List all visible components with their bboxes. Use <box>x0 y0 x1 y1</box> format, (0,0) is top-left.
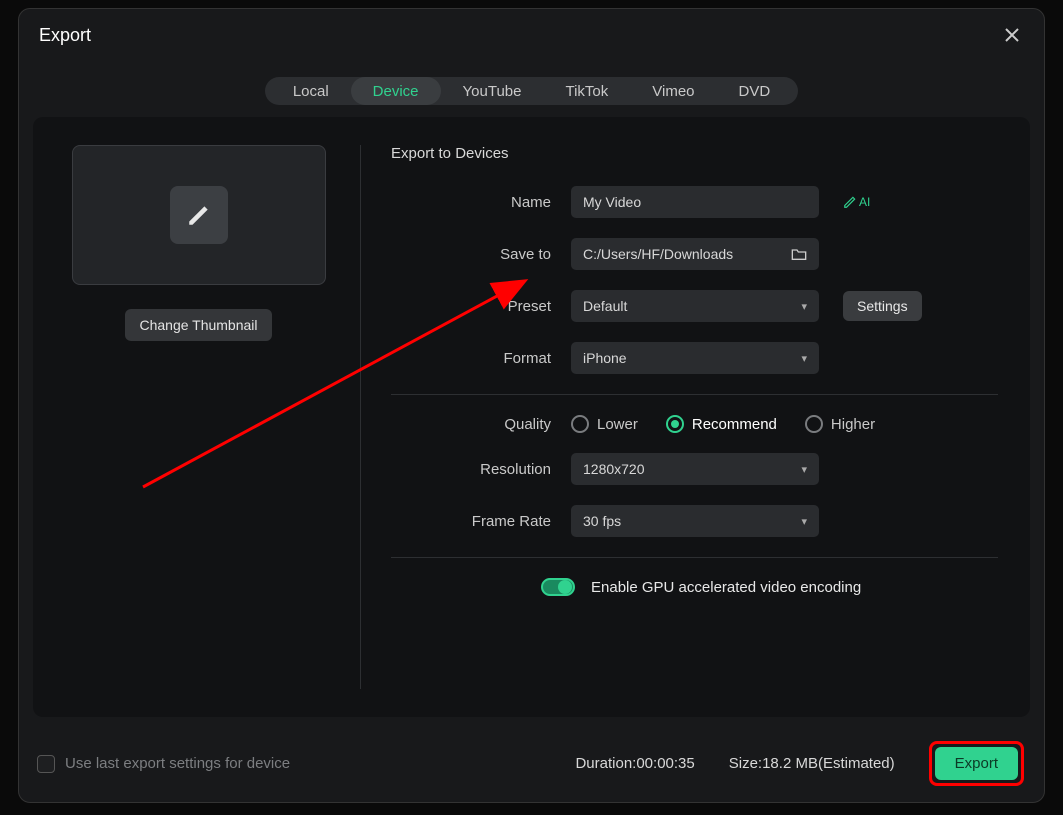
gpu-label: Enable GPU accelerated video encoding <box>591 579 861 596</box>
use-last-settings-checkbox[interactable] <box>37 755 55 773</box>
divider <box>391 557 998 558</box>
use-last-settings-label: Use last export settings for device <box>65 755 290 772</box>
size-stat: Size:18.2 MB(Estimated) <box>729 755 895 772</box>
tab-vimeo[interactable]: Vimeo <box>630 77 716 105</box>
change-thumbnail-button[interactable]: Change Thumbnail <box>125 309 271 341</box>
format-label: Format <box>391 350 571 367</box>
modal-footer: Use last export settings for device Dura… <box>19 731 1044 802</box>
preset-value: Default <box>583 298 627 314</box>
pencil-ai-icon <box>843 195 857 209</box>
quality-recommend-radio[interactable]: Recommend <box>666 415 777 433</box>
format-value: iPhone <box>583 350 627 366</box>
quality-label: Quality <box>391 416 571 433</box>
tab-youtube[interactable]: YouTube <box>441 77 544 105</box>
modal-header: Export <box>19 9 1044 57</box>
resolution-select[interactable]: 1280x720 ▾ <box>571 453 819 485</box>
chevron-down-icon: ▾ <box>801 463 807 476</box>
chevron-down-icon: ▾ <box>801 352 807 365</box>
format-select[interactable]: iPhone ▾ <box>571 342 819 374</box>
quality-radio-group: Lower Recommend Higher <box>571 415 875 433</box>
duration-stat: Duration:00:00:35 <box>575 755 694 772</box>
thumbnail-column: Change Thumbnail <box>61 145 361 689</box>
framerate-value: 30 fps <box>583 513 621 529</box>
framerate-select[interactable]: 30 fps ▾ <box>571 505 819 537</box>
export-button[interactable]: Export <box>935 747 1018 780</box>
resolution-value: 1280x720 <box>583 461 645 477</box>
chevron-down-icon: ▾ <box>801 300 807 313</box>
chevron-down-icon: ▾ <box>801 515 807 528</box>
saveto-label: Save to <box>391 246 571 263</box>
export-highlight-box: Export <box>929 741 1024 786</box>
modal-title: Export <box>39 25 91 46</box>
name-label: Name <box>391 194 571 211</box>
form-column: Export to Devices Name AI Save to C:/Use… <box>361 145 998 689</box>
saveto-value: C:/Users/HF/Downloads <box>583 246 733 262</box>
tab-local[interactable]: Local <box>271 77 351 105</box>
tab-device[interactable]: Device <box>351 77 441 105</box>
tab-tiktok[interactable]: TikTok <box>543 77 630 105</box>
close-button[interactable] <box>1000 23 1024 47</box>
export-modal: Export Local Device YouTube TikTok Vimeo… <box>18 8 1045 803</box>
quality-lower-radio[interactable]: Lower <box>571 415 638 433</box>
resolution-label: Resolution <box>391 461 571 478</box>
tab-dvd[interactable]: DVD <box>717 77 793 105</box>
quality-higher-radio[interactable]: Higher <box>805 415 875 433</box>
settings-button[interactable]: Settings <box>843 291 922 321</box>
pencil-icon <box>186 202 212 228</box>
thumbnail-preview <box>72 145 326 285</box>
preset-label: Preset <box>391 298 571 315</box>
section-title: Export to Devices <box>391 145 998 162</box>
close-icon <box>1004 27 1020 43</box>
ai-suggest-button[interactable]: AI <box>843 195 870 209</box>
divider <box>391 394 998 395</box>
export-tabs: Local Device YouTube TikTok Vimeo DVD <box>19 77 1044 105</box>
preset-select[interactable]: Default ▾ <box>571 290 819 322</box>
name-input[interactable] <box>571 186 819 218</box>
thumbnail-placeholder <box>170 186 228 244</box>
framerate-label: Frame Rate <box>391 513 571 530</box>
gpu-toggle[interactable] <box>541 578 575 596</box>
saveto-field[interactable]: C:/Users/HF/Downloads <box>571 238 819 270</box>
folder-icon <box>791 247 807 261</box>
content-panel: Change Thumbnail Export to Devices Name … <box>33 117 1030 717</box>
